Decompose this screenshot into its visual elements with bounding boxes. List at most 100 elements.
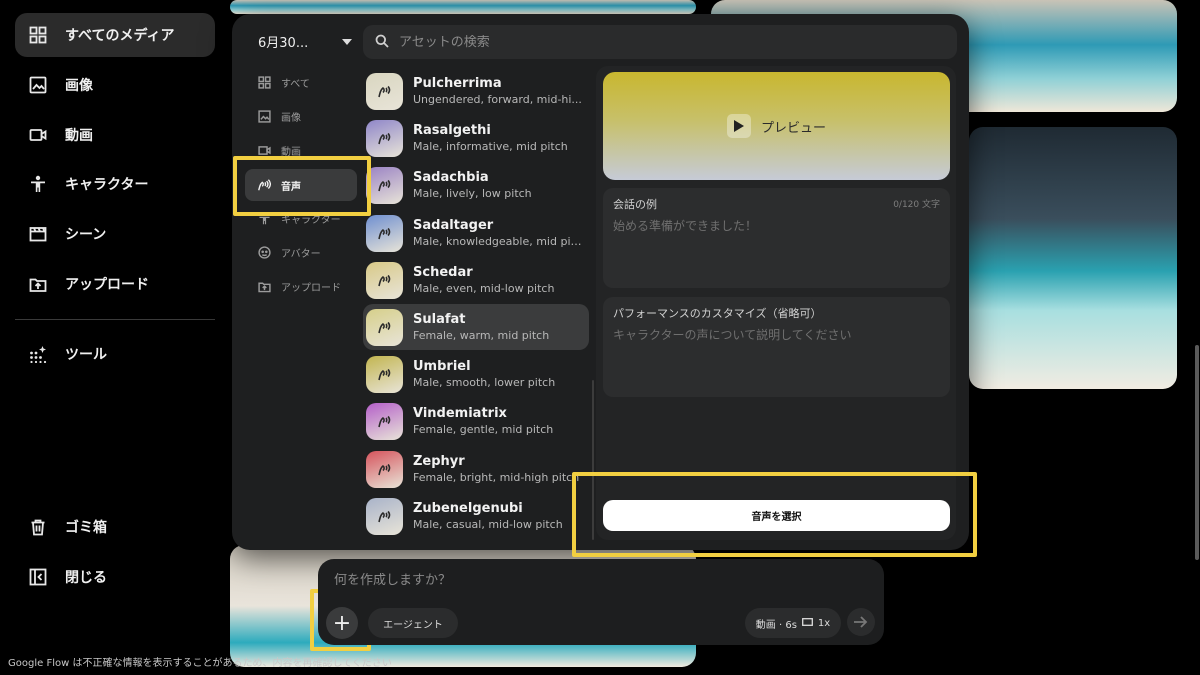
voice-text: Pulcherrima Ungendered, forward, mid-hi..… — [413, 76, 583, 107]
performance-customize-field[interactable]: パフォーマンスのカスタマイズ（省略可） キャラクターの声について説明してください — [603, 297, 950, 397]
settings-label: 動画 · 6s — [755, 619, 797, 631]
category-all[interactable]: すべて — [245, 66, 357, 98]
page-scrollbar[interactable] — [1195, 345, 1199, 560]
voice-text: Zubenelgenubi Male, casual, mid-low pitch — [413, 501, 583, 532]
person-icon — [257, 211, 271, 225]
category-label: キャラクター — [281, 214, 341, 226]
voice-row[interactable]: Rasalgethi Male, informative, mid pitch — [363, 115, 589, 161]
tools-icon — [29, 345, 47, 363]
nav-item-characters[interactable]: キャラクター — [15, 162, 215, 206]
send-button[interactable] — [847, 608, 875, 636]
voice-row[interactable]: Zephyr Female, bright, mid-high pitch — [363, 446, 589, 492]
preview-label: プレビュー — [760, 120, 826, 136]
select-voice-button[interactable]: 音声を選択 — [603, 500, 950, 531]
voice-list-scrollbar[interactable] — [592, 380, 594, 540]
date-filter-label: 6月30... — [258, 36, 309, 51]
gallery-tile[interactable] — [230, 0, 696, 14]
voice-name: Pulcherrima — [413, 75, 502, 91]
voice-description: Male, even, mid-low pitch — [413, 281, 555, 295]
performance-customize-label: パフォーマンスのカスタマイズ（省略可） — [613, 307, 822, 320]
voice-avatar-icon — [366, 214, 403, 252]
nav-item-close[interactable]: 閉じる — [15, 555, 215, 599]
prompt-input[interactable] — [334, 573, 734, 588]
category-images[interactable]: 画像 — [245, 100, 357, 132]
voice-name: Sadaltager — [413, 217, 494, 233]
video-icon — [29, 126, 47, 144]
category-label: アバター — [281, 248, 321, 260]
play-icon — [726, 114, 751, 138]
gallery-tile[interactable] — [969, 127, 1177, 389]
voice-text: Schedar Male, even, mid-low pitch — [413, 265, 583, 296]
voice-description: Male, smooth, lower pitch — [413, 375, 556, 389]
voice-description: Ungendered, forward, mid-hi... — [413, 92, 582, 106]
voice-description: Male, casual, mid-low pitch — [413, 517, 563, 531]
category-characters[interactable]: キャラクター — [245, 202, 357, 234]
search-input[interactable] — [399, 34, 899, 50]
nav-item-videos[interactable]: 動画 — [15, 113, 215, 157]
voice-name: Vindemiatrix — [413, 405, 507, 421]
voice-avatar-icon — [366, 72, 403, 110]
voice-description: Male, knowledgeable, mid pit... — [413, 234, 583, 248]
voice-row[interactable]: Sulafat Female, warm, mid pitch — [363, 304, 589, 350]
category-label: すべて — [281, 78, 310, 90]
asset-search[interactable] — [363, 25, 957, 59]
voice-description: Female, gentle, mid pitch — [413, 422, 554, 436]
image-icon — [29, 76, 47, 94]
voice-text: Sadaltager Male, knowledgeable, mid pit..… — [413, 218, 583, 249]
voice-avatar-icon — [366, 308, 403, 346]
category-voice[interactable]: 音声 — [245, 169, 357, 201]
voice-name: Rasalgethi — [413, 122, 491, 138]
voice-avatar-icon — [366, 166, 403, 204]
grid-icon — [257, 75, 271, 89]
nav-divider — [15, 319, 215, 320]
preview-button[interactable]: プレビュー — [603, 72, 950, 180]
voice-text: Sulafat Female, warm, mid pitch — [413, 312, 583, 343]
date-filter-dropdown[interactable]: 6月30... — [258, 32, 353, 51]
arrow-right-icon — [854, 613, 868, 632]
upload-icon — [257, 279, 271, 293]
voice-row[interactable]: Zubenelgenubi Male, casual, mid-low pitch — [363, 493, 589, 539]
nav-label: ゴミ箱 — [65, 520, 107, 536]
nav-item-scenes[interactable]: シーン — [15, 212, 215, 256]
plus-icon: + — [332, 610, 352, 636]
example-dialogue-label: 会話の例 — [613, 198, 657, 211]
chevron-down-icon — [342, 34, 353, 49]
disclaimer-text: Google Flow は不正確な情報を表示することがあるため、内容を再確認して… — [8, 658, 392, 669]
agent-button[interactable]: エージェント — [368, 608, 458, 638]
left-nav: すべてのメディア 画像 動画 キャラクター シーン アップロード ツール ゴミ箱… — [0, 0, 230, 675]
category-label: 画像 — [281, 112, 301, 124]
generation-settings-button[interactable]: 動画 · 6s 1x — [745, 608, 841, 638]
nav-item-upload[interactable]: アップロード — [15, 262, 215, 306]
voice-avatar-icon — [366, 355, 403, 393]
char-count: 0/120 文字 — [893, 200, 940, 210]
nav-item-tools[interactable]: ツール — [15, 332, 215, 376]
voice-avatar-icon — [366, 497, 403, 535]
voice-name: Sadachbia — [413, 169, 489, 185]
voice-name: Umbriel — [413, 358, 471, 374]
scene-icon — [29, 225, 47, 243]
add-button[interactable]: + — [326, 607, 358, 639]
nav-label: アップロード — [65, 277, 149, 293]
nav-item-all-media[interactable]: すべてのメディア — [15, 13, 215, 57]
example-dialogue-field[interactable]: 会話の例 0/120 文字 始める準備ができました！ — [603, 188, 950, 288]
voice-row[interactable]: Sadachbia Male, lively, low pitch — [363, 162, 589, 208]
voice-row[interactable]: Pulcherrima Ungendered, forward, mid-hi..… — [363, 68, 589, 114]
nav-item-images[interactable]: 画像 — [15, 63, 215, 107]
category-uploads[interactable]: アップロード — [245, 270, 357, 302]
category-avatars[interactable]: アバター — [245, 236, 357, 268]
category-videos[interactable]: 動画 — [245, 134, 357, 166]
voice-row[interactable]: Vindemiatrix Female, gentle, mid pitch — [363, 398, 589, 444]
nav-label: 動画 — [65, 128, 93, 144]
voice-row[interactable]: Umbriel Male, smooth, lower pitch — [363, 351, 589, 397]
voice-icon — [257, 178, 271, 192]
voice-name: Zubenelgenubi — [413, 500, 523, 516]
upload-icon — [29, 275, 47, 293]
voice-row[interactable]: Sadaltager Male, knowledgeable, mid pit..… — [363, 210, 589, 256]
nav-label: 閉じる — [65, 570, 107, 586]
voice-row[interactable]: Schedar Male, even, mid-low pitch — [363, 257, 589, 303]
avatar-icon — [257, 245, 271, 259]
nav-item-trash[interactable]: ゴミ箱 — [15, 505, 215, 549]
voice-text: Zephyr Female, bright, mid-high pitch — [413, 454, 583, 485]
voice-text: Vindemiatrix Female, gentle, mid pitch — [413, 406, 583, 437]
performance-customize-placeholder: キャラクターの声について説明してください — [613, 328, 852, 342]
